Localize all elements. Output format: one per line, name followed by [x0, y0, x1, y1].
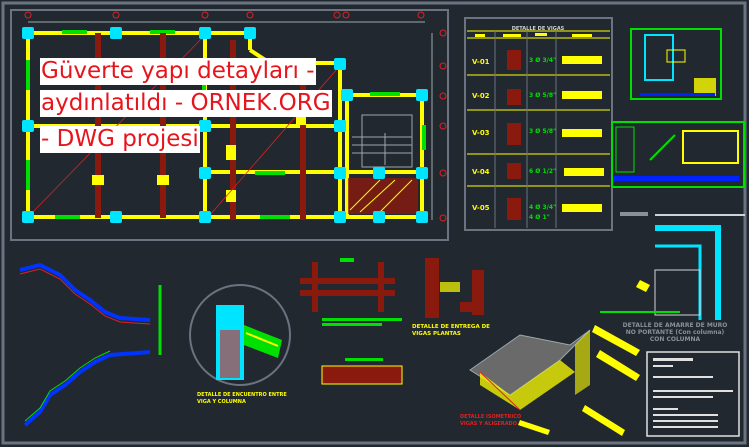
beam-support-detail [425, 258, 484, 318]
support-detail-title: DETALLE DE ENTREGA DE [412, 324, 490, 330]
joint-detail-title: DETALLE DE ENCUENTRO ENTRE [197, 392, 287, 398]
beam-rebar: 3 Ø 3/4" [529, 57, 556, 64]
beam-label: V-03 [472, 129, 490, 137]
iso-detail-title: DETALLE ISOMETRICO [460, 414, 521, 420]
beam-rebar: 4 Ø 3/4" [529, 204, 556, 211]
table-title: DETALLE DE VIGAS [512, 26, 565, 32]
beam-rebar: 4 Ø 1" [529, 214, 550, 221]
beam-column-joint-detail [189, 284, 291, 386]
support-detail-title: VIGAS PLANTAS [412, 331, 461, 337]
connection-detail-2 [611, 121, 745, 188]
slab-section-detail [300, 258, 403, 385]
iso-detail-title: VIGAS Y ALIGERADO [460, 421, 517, 427]
wall-detail-title: CON COLUMNA [650, 336, 701, 343]
wall-tie-detail [600, 212, 745, 320]
beam-label: V-02 [472, 92, 490, 100]
isometric-detail [469, 280, 650, 436]
beam-label: V-01 [472, 58, 490, 66]
beam-label: V-04 [472, 168, 490, 176]
beam-rebar: 6 Ø 1/2" [529, 168, 556, 175]
wall-detail-title: DETALLE DE AMARRE DE MURO [623, 322, 728, 329]
watermark-title-line-3: - DWG projesi [40, 126, 200, 153]
beam-rebar: 3 Ø 5/8" [529, 128, 556, 135]
floor-plan [10, 9, 449, 241]
stair-section [19, 262, 162, 427]
watermark-title-line-2: aydınlatıldı - ORNEK.ORG [40, 90, 332, 117]
beam-rebar: 3 Ø 5/8" [529, 92, 556, 99]
notes-box [646, 351, 740, 437]
connection-detail-1 [630, 28, 722, 100]
wall-detail-title: NO PORTANTE (Con columna) [626, 329, 725, 336]
beam-label: V-05 [472, 204, 490, 212]
joint-detail-title: VIGA Y COLUMNA [197, 399, 246, 405]
watermark-title-line-1: Güverte yapı detayları - [40, 58, 316, 85]
beam-schedule-table [464, 17, 613, 231]
